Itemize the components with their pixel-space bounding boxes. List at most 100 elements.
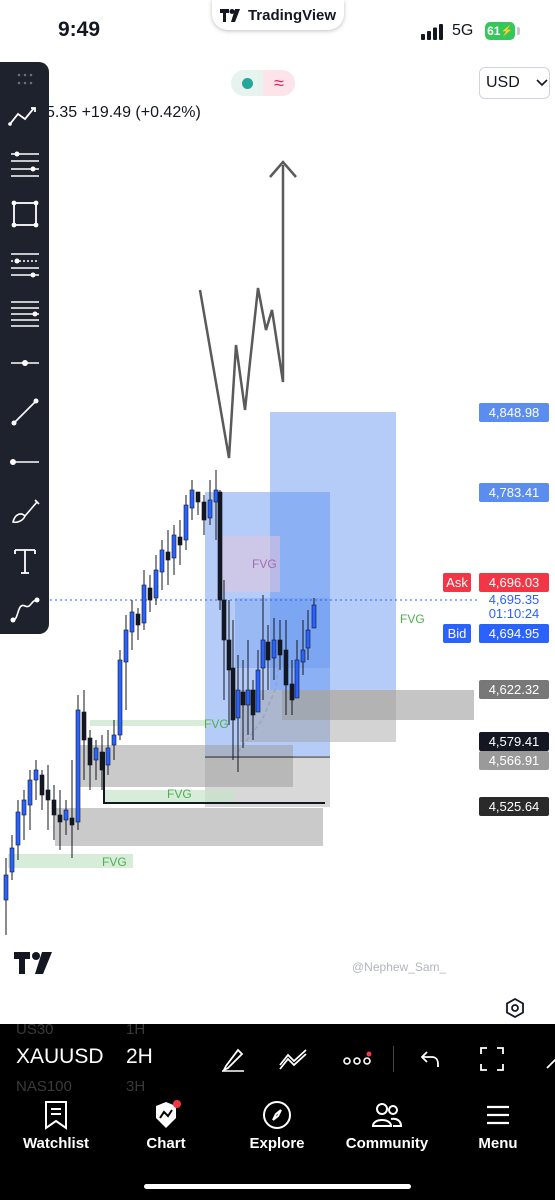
next-symbol[interactable]: NAS100	[16, 1078, 72, 1095]
drawing-toolbar[interactable]	[0, 62, 49, 634]
candle-body	[305, 629, 311, 649]
candle-body	[221, 599, 227, 641]
candle-body	[250, 689, 256, 716]
chevron-down-icon	[536, 79, 548, 87]
candle-body	[217, 491, 223, 601]
parallel-channel-icon[interactable]	[7, 295, 43, 331]
price-label-target-1: 4,783.41	[479, 483, 549, 502]
candle-body	[207, 499, 213, 519]
currency-label: USD	[486, 74, 520, 91]
tab-community[interactable]: Community	[337, 1100, 437, 1152]
tab-label: Watchlist	[22, 1135, 90, 1152]
horizontal-ray-icon[interactable]	[7, 345, 43, 381]
people-icon	[371, 1103, 403, 1127]
candle-body	[15, 811, 21, 846]
candle-body	[159, 549, 165, 573]
text-tool-icon[interactable]	[7, 543, 43, 579]
trend-angle-icon[interactable]	[7, 98, 43, 134]
last-price-box: 4,695.35 01:10:24	[479, 592, 549, 622]
candle-body	[3, 874, 9, 901]
fvg-label: FVG	[167, 787, 192, 801]
tradingview-watermark-icon	[14, 952, 52, 974]
rectangle-icon[interactable]	[7, 196, 43, 232]
symbol-selector[interactable]: XAUUSD	[16, 1045, 108, 1069]
battery-level: 61	[487, 24, 501, 38]
candle-body	[21, 799, 27, 816]
candle-body	[117, 659, 123, 736]
chart-settings-icon[interactable]	[504, 997, 526, 1019]
candle-body	[189, 489, 195, 509]
candle-body	[9, 847, 15, 873]
candle-body	[33, 769, 39, 781]
tab-label: Chart	[146, 1135, 186, 1152]
candle-body	[265, 641, 271, 661]
last-price: 4,695.35	[488, 592, 540, 607]
ask-price: 4,696.03	[479, 573, 549, 592]
mode-toggle[interactable]: ≈	[231, 70, 295, 96]
tab-explore[interactable]: Explore	[227, 1100, 327, 1152]
currency-select[interactable]: USD	[479, 67, 550, 99]
tab-label: Community	[345, 1135, 429, 1152]
price-label-zone-3: 4,566.91	[479, 751, 549, 770]
indicators-icon[interactable]	[277, 1043, 309, 1075]
candle-body	[45, 789, 51, 801]
candle-body	[260, 639, 266, 669]
trend-line-icon[interactable]	[7, 394, 43, 430]
candle-body	[235, 689, 241, 719]
candle-body	[294, 659, 300, 699]
candle-body	[39, 774, 45, 796]
price-label-zone-4: 4,525.64	[479, 797, 549, 816]
next-interval[interactable]: 3H	[126, 1078, 145, 1095]
chart-canvas[interactable]: FVG FVG FVG FVG FVG	[0, 100, 555, 990]
candle-body	[63, 809, 69, 821]
redo-icon-partial[interactable]	[545, 1050, 555, 1070]
candle-body	[201, 501, 207, 521]
candle-body	[226, 639, 232, 671]
candle-body	[141, 584, 147, 624]
bid-price: 4,694.95	[479, 624, 549, 643]
live-dot-icon[interactable]	[231, 70, 263, 96]
candle-body	[311, 604, 317, 629]
tab-chart[interactable]: Chart	[116, 1100, 216, 1152]
home-indicator	[144, 1184, 411, 1189]
candle-body	[111, 734, 117, 746]
prev-symbol[interactable]: US30	[16, 1021, 54, 1038]
undo-icon[interactable]	[414, 1043, 446, 1075]
bid-tag: Bid	[443, 624, 471, 643]
tab-menu[interactable]: Menu	[448, 1100, 548, 1152]
horizontal-line-icon[interactable]	[7, 444, 43, 480]
candle-body	[87, 737, 93, 766]
signal-icon	[421, 24, 443, 40]
fvg-label: FVG	[204, 717, 229, 731]
candle-body	[129, 611, 135, 633]
status-time: 9:49	[58, 18, 101, 41]
brush-icon[interactable]	[7, 493, 43, 529]
candle-body	[27, 779, 33, 806]
candle-body	[147, 587, 153, 601]
candle-body	[69, 817, 75, 826]
price-label-target-2: 4,848.98	[479, 403, 549, 422]
candle-body	[195, 491, 201, 503]
fib-retracement-icon[interactable]	[7, 147, 43, 183]
drag-handle-icon[interactable]	[17, 72, 33, 85]
fullscreen-icon[interactable]	[476, 1043, 508, 1075]
candle-body	[171, 534, 177, 559]
candle-body	[283, 649, 289, 686]
prev-interval[interactable]: 1H	[126, 1021, 145, 1038]
candle-body	[165, 551, 171, 561]
pen-icon[interactable]	[217, 1043, 249, 1075]
pitchfork-icon[interactable]	[7, 246, 43, 282]
interval-selector[interactable]: 2H	[126, 1045, 153, 1069]
tab-label: Explore	[249, 1135, 305, 1152]
tab-watchlist[interactable]: Watchlist	[6, 1100, 106, 1152]
wave-icon[interactable]: ≈	[263, 70, 295, 96]
candle-body	[93, 747, 99, 761]
ask-tag: Ask	[443, 573, 471, 592]
demand-zone-3[interactable]	[55, 808, 323, 846]
price-label-zone-2: 4,579.41	[479, 732, 549, 751]
candle-body	[245, 689, 251, 706]
path-tool-icon[interactable]	[7, 592, 43, 628]
candle-body	[277, 639, 283, 656]
more-options-icon[interactable]	[342, 1043, 374, 1075]
fvg-label: FVG	[102, 855, 127, 869]
